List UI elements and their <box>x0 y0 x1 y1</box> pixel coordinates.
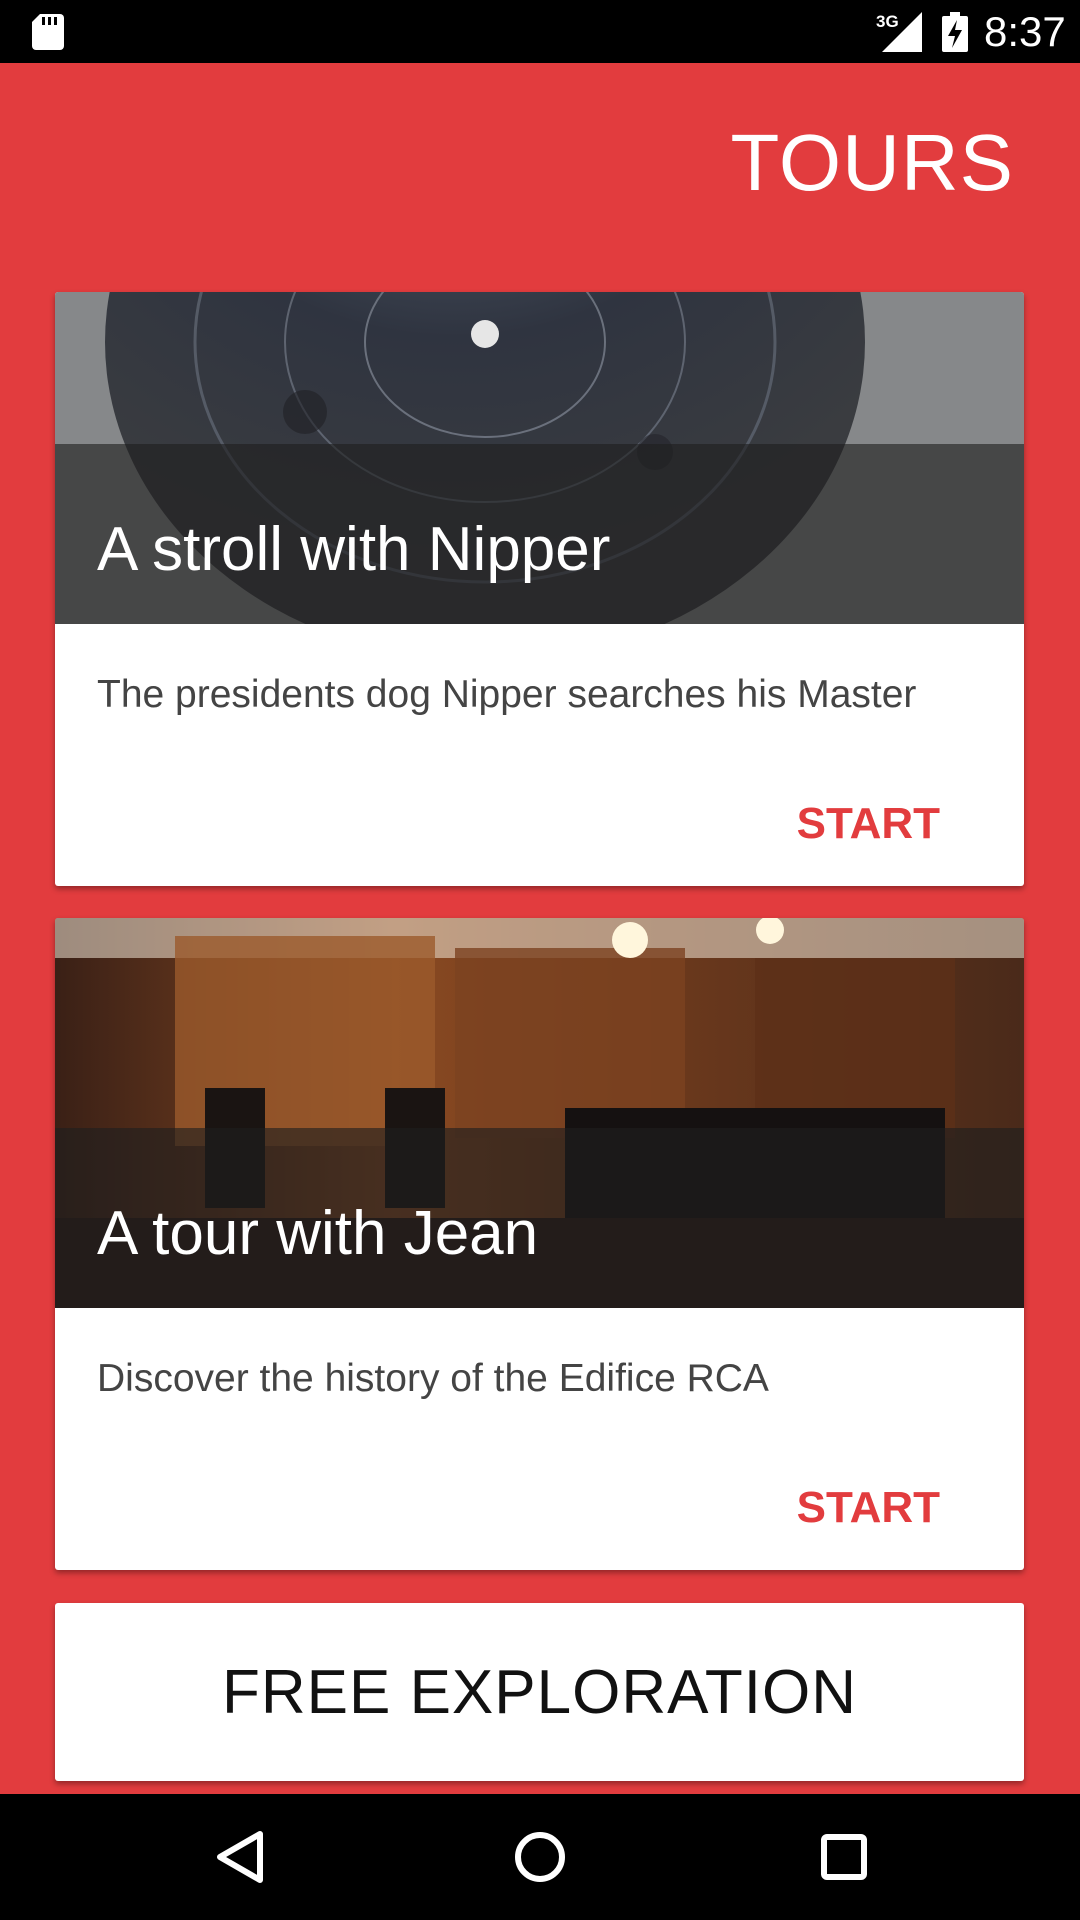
free-exploration-button[interactable]: FREE EXPLORATION <box>55 1603 1024 1781</box>
home-icon[interactable] <box>510 1826 570 1888</box>
tour-image-record: A stroll with Nipper <box>55 292 1024 624</box>
status-bar: 3G 8:37 <box>0 0 1080 63</box>
tour-title: A stroll with Nipper <box>97 515 611 584</box>
tour-description: Discover the history of the Edifice RCA <box>97 1357 769 1400</box>
navigation-bar <box>0 1794 1080 1920</box>
tour-image-studio: A tour with Jean <box>55 918 1024 1308</box>
tour-title: A tour with Jean <box>97 1199 539 1268</box>
sd-card-icon <box>32 14 64 50</box>
recents-icon[interactable] <box>814 1826 874 1888</box>
battery-charging-icon <box>942 12 968 52</box>
start-button[interactable]: START <box>797 798 940 850</box>
back-icon[interactable] <box>210 1826 270 1888</box>
tour-description: The presidents dog Nipper searches his M… <box>97 673 917 716</box>
start-button[interactable]: START <box>797 1482 940 1534</box>
clock: 8:37 <box>984 8 1066 55</box>
tour-card[interactable]: A stroll with Nipper The presidents dog … <box>55 292 1024 886</box>
tour-card[interactable]: A tour with Jean Discover the history of… <box>55 918 1024 1570</box>
page-title: TOURS <box>730 118 1014 207</box>
signal-icon <box>882 12 922 52</box>
